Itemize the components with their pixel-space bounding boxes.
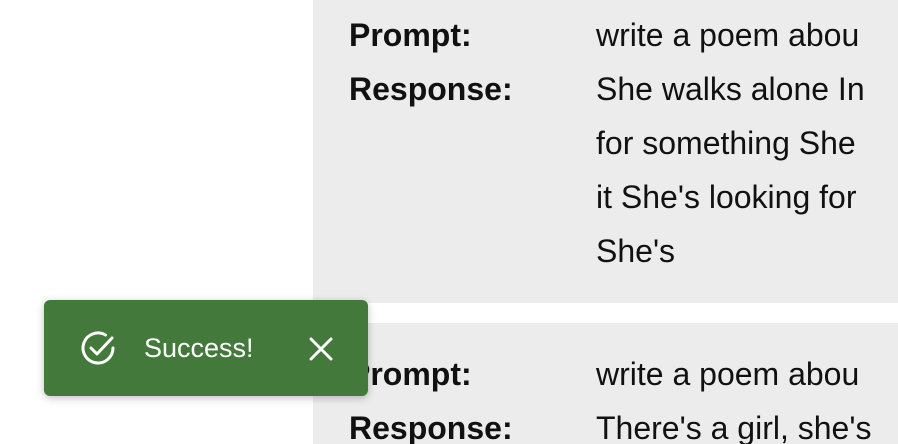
response-line: it She's looking for (596, 179, 857, 215)
response-line: She's (596, 233, 676, 269)
response-label: Response: (349, 410, 513, 444)
check-circle-icon (79, 329, 117, 367)
close-icon[interactable] (306, 334, 336, 364)
entry-card: Prompt: write a poem abou Response: Ther… (313, 323, 898, 444)
prompt-label: Prompt: (349, 17, 472, 53)
page: Prompt: write a poem abou Response: She … (0, 0, 898, 444)
response-label: Response: (349, 71, 513, 107)
response-value: There's a girl, she's (596, 401, 898, 444)
response-value: She walks alone In for something She it … (596, 62, 898, 278)
prompt-value: write a poem abou (596, 17, 860, 53)
response-line: She walks alone In (596, 71, 865, 107)
entry-card: Prompt: write a poem abou Response: She … (313, 0, 898, 303)
toast-message: Success! (144, 333, 254, 363)
response-line: There's a girl, she's (596, 410, 872, 444)
success-toast: Success! (44, 300, 368, 396)
prompt-value: write a poem abou (596, 356, 860, 392)
response-line: for something She (596, 125, 856, 161)
